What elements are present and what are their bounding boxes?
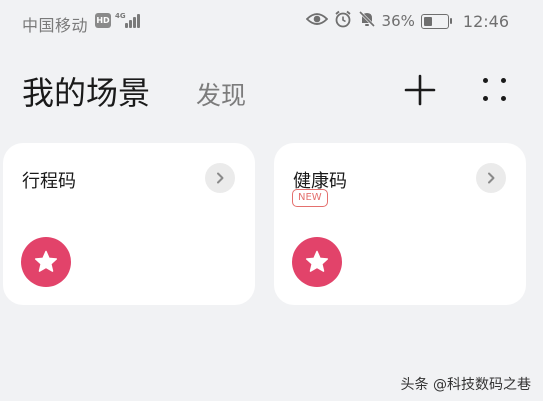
battery-icon bbox=[420, 13, 452, 29]
star-icon[interactable] bbox=[21, 237, 71, 287]
chevron-right-icon[interactable] bbox=[205, 163, 235, 193]
eye-icon bbox=[305, 11, 328, 31]
tab-discover[interactable]: 发现 bbox=[196, 76, 246, 112]
watermark: 头条 @科技数码之巷 bbox=[400, 377, 531, 393]
header: 我的场景 发现 bbox=[0, 60, 543, 120]
new-badge: NEW bbox=[292, 189, 328, 207]
plus-icon bbox=[404, 74, 436, 106]
chevron-right-icon[interactable] bbox=[476, 163, 506, 193]
hd-badge: HD bbox=[95, 13, 111, 28]
signal-icon: 4G bbox=[115, 12, 143, 30]
more-button[interactable] bbox=[478, 72, 512, 106]
status-right: 36% 12:46 bbox=[305, 10, 509, 32]
clock: 12:46 bbox=[462, 11, 509, 31]
add-button[interactable] bbox=[402, 72, 438, 108]
page-title: 我的场景 bbox=[22, 74, 151, 112]
battery-level bbox=[423, 16, 432, 26]
scene-card-itinerary-code[interactable]: 行程码 bbox=[3, 143, 255, 305]
carrier-name: 中国移动 bbox=[22, 16, 89, 35]
mute-bell-icon bbox=[358, 10, 376, 32]
star-icon[interactable] bbox=[292, 237, 342, 287]
battery-percent: 36% bbox=[381, 12, 415, 30]
alarm-icon bbox=[334, 10, 352, 32]
status-bar: 中国移动 HD 4G 36% 12:46 bbox=[0, 0, 543, 44]
scene-card-health-code[interactable]: 健康码 NEW bbox=[274, 143, 526, 305]
card-title: 行程码 bbox=[22, 171, 76, 192]
network-type: 4G bbox=[115, 12, 126, 20]
